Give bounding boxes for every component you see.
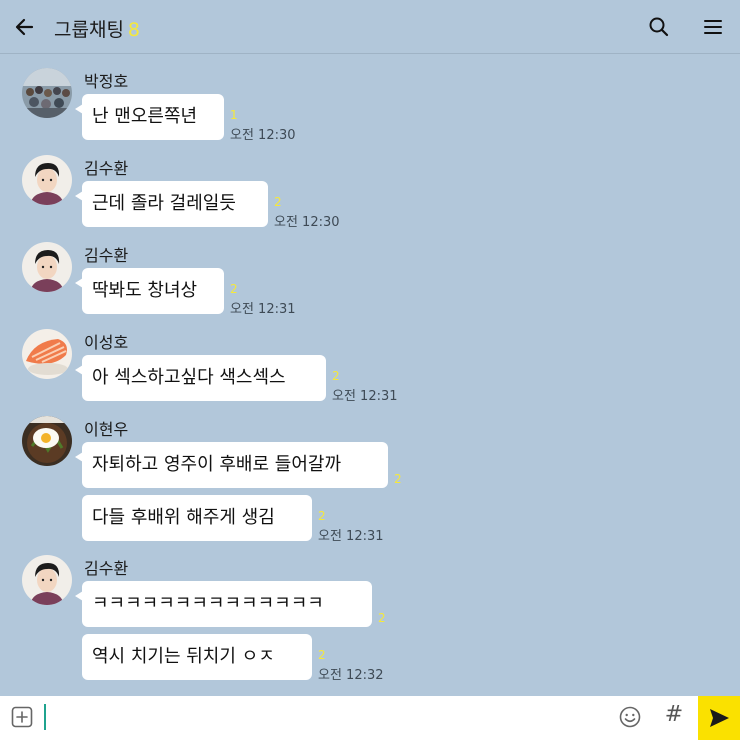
fried-egg-bowl-avatar[interactable] xyxy=(22,416,72,466)
message-input-bar: # xyxy=(0,696,740,740)
unread-count: 2 xyxy=(318,509,326,523)
salmon-sushi-avatar[interactable] xyxy=(22,329,72,379)
hamburger-menu-icon xyxy=(704,20,722,34)
message-bubble[interactable]: 근데 졸라 걸레일듯 xyxy=(75,181,268,227)
chat-room-name: 그룹채팅 xyxy=(54,19,124,41)
message-time: 오전 12:32 xyxy=(318,668,384,683)
message-bubble[interactable]: 아 섹스하고싶다 색스섹스 xyxy=(75,355,326,401)
message-bubble[interactable]: 자퇴하고 영주이 후배로 들어갈까 xyxy=(75,442,388,488)
message-time: 오전 12:30 xyxy=(274,215,340,230)
message-input[interactable] xyxy=(50,702,590,734)
sender-name: 이현우 xyxy=(84,420,129,439)
sender-name: 김수환 xyxy=(84,246,129,265)
message-bubble[interactable]: 역시 치기는 뒤치기 ㅇㅈ xyxy=(82,634,312,680)
message-bubble[interactable]: ㅋㅋㅋㅋㅋㅋㅋㅋㅋㅋㅋㅋㅋㅋ xyxy=(75,581,372,627)
search-icon xyxy=(649,17,669,37)
send-arrow-icon xyxy=(710,709,729,727)
sender-name: 이성호 xyxy=(84,333,129,352)
member-count: 8 xyxy=(127,19,141,41)
crowd-photo-avatar[interactable] xyxy=(22,68,72,118)
text-caret xyxy=(44,704,46,730)
menu-button[interactable] xyxy=(699,13,727,41)
message-bubble[interactable]: 딱봐도 창녀상 xyxy=(75,268,224,314)
emoji-icon xyxy=(619,706,641,728)
send-button[interactable] xyxy=(698,696,740,740)
emoji-button[interactable] xyxy=(618,705,642,729)
cartoon-person-avatar[interactable] xyxy=(22,555,72,605)
message-time: 오전 12:30 xyxy=(230,128,296,143)
sender-name: 김수환 xyxy=(84,159,129,178)
back-button[interactable] xyxy=(10,12,40,42)
chat-title: 그룹채팅 8 xyxy=(54,15,140,42)
message-list[interactable]: 박정호 난 맨오른쪽년 1 오전 12:30 김수환 근데 졸라 걸레일듯 2 … xyxy=(0,54,740,696)
sender-name: 김수환 xyxy=(84,559,129,578)
message-time: 오전 12:31 xyxy=(332,389,398,404)
unread-count: 2 xyxy=(318,648,326,662)
unread-count: 2 xyxy=(332,369,340,383)
message-bubble[interactable]: 난 맨오른쪽년 xyxy=(75,94,224,140)
message-time: 오전 12:31 xyxy=(230,302,296,317)
unread-count: 2 xyxy=(230,282,238,296)
cartoon-person-avatar[interactable] xyxy=(22,242,72,292)
unread-count: 2 xyxy=(378,611,386,625)
unread-count: 2 xyxy=(274,195,282,209)
search-button[interactable] xyxy=(645,13,673,41)
unread-count: 2 xyxy=(394,472,402,486)
unread-count: 1 xyxy=(230,108,238,122)
hashtag-icon[interactable]: # xyxy=(662,702,686,730)
message-time: 오전 12:31 xyxy=(318,529,384,544)
cartoon-person-avatar[interactable] xyxy=(22,155,72,205)
add-attachment-button[interactable] xyxy=(10,705,34,729)
arrow-left-icon xyxy=(15,18,34,36)
sender-name: 박정호 xyxy=(84,72,129,91)
chat-header: 그룹채팅 8 xyxy=(0,0,740,54)
message-bubble[interactable]: 다들 후배위 해주게 생김 xyxy=(82,495,312,541)
plus-square-icon xyxy=(11,706,33,728)
